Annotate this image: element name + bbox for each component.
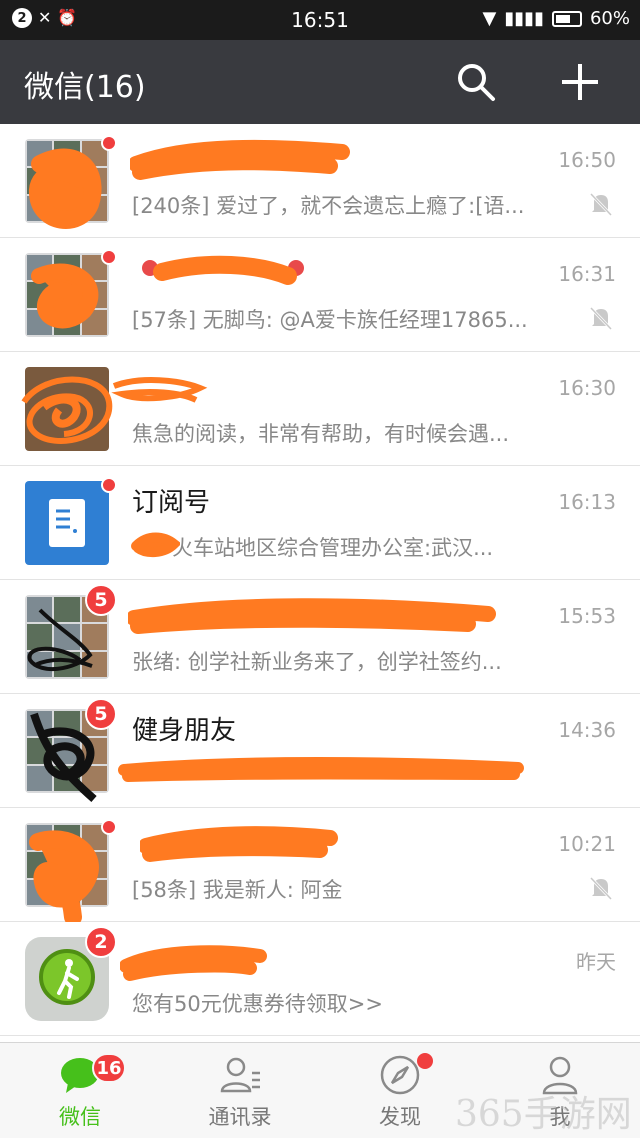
redaction-scribble [120,945,267,981]
chat-preview: [57条] 无脚鸟: @A爱卡族任经理17865... [132,308,528,332]
chat-row[interactable]: 2 您有50元优惠券待领取>> 昨天 [0,922,640,1036]
chat-preview: [240条] 爱过了，就不会遗忘上瘾了:[语... [132,194,525,218]
wifi-icon: ▼ [482,8,497,29]
chat-preview: 焦急的阅读，非常有帮助，有时候会遇... [132,422,510,446]
chat-time: 16:30 [558,376,616,400]
unread-dot [101,135,117,151]
chat-time: 15:53 [558,604,616,628]
chat-row[interactable]: [58条] 我是新人: 阿金 10:21 [0,808,640,922]
chat-preview: [58条] 我是新人: 阿金 [132,878,343,902]
chat-preview: 您有50元优惠券待领取>> [132,992,383,1016]
chat-time: 16:50 [558,148,616,172]
app-title: 微信(16) [24,70,146,105]
mute-bell-icon [589,306,613,331]
tab-label: 微信 [59,1105,101,1129]
group-avatar [25,139,109,223]
redaction-scribble [142,255,304,285]
chat-row[interactable]: [57条] 无脚鸟: @A爱卡族任经理17865... 16:31 [0,238,640,352]
status-bar: 2 ✕ ⏰ 16:51 ▼ ▮▮▮▮ 60% [0,0,640,40]
signal-icon: ▮▮▮▮ [504,8,544,29]
group-avatar [25,823,109,907]
redaction-scribble [111,377,208,403]
battery-icon [551,10,582,27]
group-avatar [25,253,109,337]
chat-row[interactable]: 焦急的阅读，非常有帮助，有时候会遇... 16:30 [0,352,640,466]
tab-chats[interactable]: 16 微信 [0,1043,160,1139]
chat-time: 14:36 [558,718,616,742]
document-icon [49,499,85,547]
subscription-avatar [25,481,109,565]
redaction-scribble [130,139,350,180]
bottom-tab-bar: 16 微信 通讯录 发现 我 365手游网 [0,1042,640,1138]
watermark: 365手游网 [455,1094,632,1135]
mute-bell-icon [589,876,613,901]
unread-badge: 2 [85,926,117,958]
unread-dot [101,477,117,493]
redaction-scribble [128,598,496,634]
chat-preview: 张绪: 创学社新业务来了，创学社签约... [132,650,502,674]
tab-label: 通讯录 [208,1105,272,1129]
battery-percent: 60% [589,8,630,29]
redaction-scribble [118,757,524,782]
compass-icon [380,1055,420,1095]
app-bar: 微信(16) [0,40,640,124]
unread-badge: 5 [85,698,117,730]
chat-name: 订阅号 [132,488,211,518]
tab-unread-dot [417,1053,433,1069]
chat-preview: 火车站地区综合管理办公室:武汉... [172,536,494,560]
contacts-icon [220,1057,260,1093]
search-icon[interactable] [456,62,496,102]
mute-bell-icon [589,192,613,217]
tab-contacts[interactable]: 通讯录 [160,1043,320,1139]
plus-icon[interactable] [558,60,602,104]
chat-name: 健身朋友 [132,716,237,746]
contact-avatar [25,367,109,451]
chat-row[interactable]: 5 张绪: 创学社新业务来了，创学社签约... 15:53 [0,580,640,694]
chat-row[interactable]: [240条] 爱过了，就不会遗忘上瘾了:[语... 16:50 [0,124,640,238]
chat-time: 昨天 [576,950,616,974]
chat-time: 16:13 [558,490,616,514]
chat-time: 10:21 [558,832,616,856]
unread-dot [101,249,117,265]
tab-unread-badge: 16 [92,1053,126,1083]
redaction-scribble [140,826,338,862]
unread-dot [101,819,117,835]
chat-time: 16:31 [558,262,616,286]
chat-row[interactable]: 5 健身朋友 14:36 [0,694,640,808]
chat-row[interactable]: 订阅号 火车站地区综合管理办公室:武汉... 16:13 [0,466,640,580]
unread-badge: 5 [85,584,117,616]
